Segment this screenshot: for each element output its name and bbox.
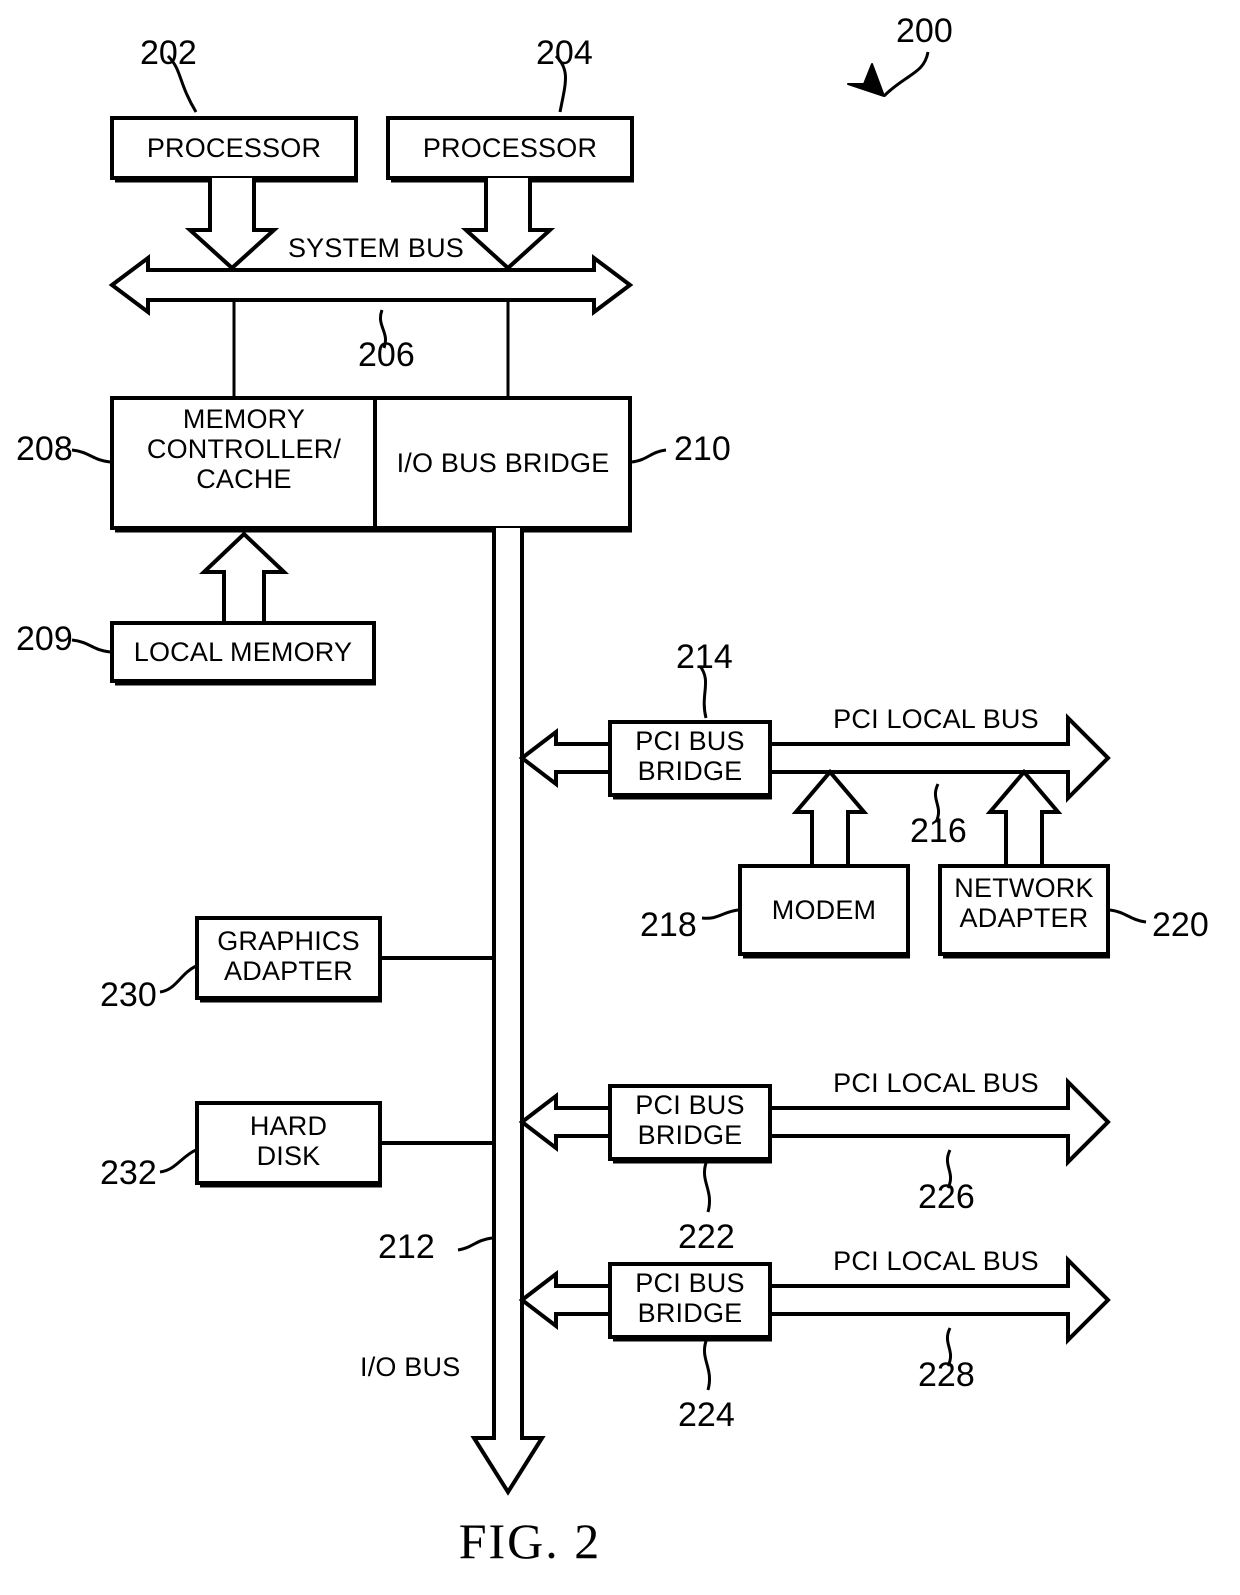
modem-to-bus-arrow [791, 768, 869, 866]
diagram-canvas [71, 51, 1147, 1496]
hard-disk-label: HARD DISK [249, 1111, 328, 1172]
reference-204: 204 [536, 34, 593, 72]
memory-controller-cache-label: MEMORY CONTROLLER/ CACHE [146, 404, 342, 495]
network-adapter-leader [1109, 908, 1147, 924]
reference-216: 216 [910, 812, 967, 850]
pci-local-bus-2-label: PCI LOCAL BUS [833, 1068, 1039, 1098]
local-memory-label: LOCAL MEMORY [133, 637, 353, 667]
reference-226: 226 [918, 1178, 975, 1216]
reference-208: 208 [16, 430, 73, 468]
processor-1-to-system-bus-arrow [184, 178, 280, 271]
io-bus-label: I/O BUS [360, 1352, 461, 1382]
top-reference-leader [847, 51, 930, 98]
patent-figure-page: 200 202 PROCESSOR 204 PROCESSOR SYSTEM B… [0, 0, 1240, 1595]
io-bus-leader [457, 1236, 493, 1252]
reference-222: 222 [678, 1218, 735, 1256]
io-bus-rails [470, 528, 546, 1496]
reference-214: 214 [676, 638, 733, 676]
pci-bus-bridge-3-leader [703, 1340, 711, 1391]
reference-220: 220 [1152, 906, 1209, 944]
reference-206: 206 [358, 336, 415, 374]
reference-209: 209 [16, 620, 73, 658]
pci-bus-bridge-1-label: PCI BUS BRIDGE [635, 726, 745, 787]
network-adapter-to-bus-arrow [985, 768, 1063, 866]
reference-210: 210 [674, 430, 731, 468]
pci-bus-bridge-2-label: PCI BUS BRIDGE [635, 1090, 745, 1151]
pci-bus-bridge-2-leader [703, 1162, 711, 1213]
pci-bus-bridge-3-label: PCI BUS BRIDGE [635, 1268, 745, 1329]
reference-232: 232 [100, 1154, 157, 1192]
pci-local-bus-3-label: PCI LOCAL BUS [833, 1246, 1039, 1276]
processor-2-label: PROCESSOR [422, 133, 598, 163]
reference-202: 202 [140, 34, 197, 72]
graphics-adapter-label: GRAPHICS ADAPTER [217, 926, 360, 987]
pci-bridge-1-left-arrow [518, 727, 614, 789]
figure-reference-200: 200 [896, 12, 953, 50]
io-bus-bridge-label: I/O BUS BRIDGE [396, 448, 610, 478]
reference-212: 212 [378, 1228, 435, 1266]
local-memory-to-controller-arrow [198, 531, 290, 625]
processor-1-label: PROCESSOR [146, 133, 322, 163]
reference-218: 218 [640, 906, 697, 944]
network-adapter-label: NETWORK ADAPTER [954, 873, 1094, 934]
system-bus-arrow [108, 254, 634, 316]
figure-caption: FIG. 2 [458, 1513, 602, 1569]
modem-label: MODEM [771, 895, 877, 925]
processor-2-to-system-bus-arrow [460, 178, 556, 271]
reference-224: 224 [678, 1396, 735, 1434]
reference-230: 230 [100, 976, 157, 1014]
io-bus-bridge-leader [631, 448, 667, 464]
pci-local-bus-1-label: PCI LOCAL BUS [833, 704, 1039, 734]
reference-228: 228 [918, 1356, 975, 1394]
system-bus-label: SYSTEM BUS [287, 233, 465, 263]
pci-bridge-3-left-arrow [518, 1269, 614, 1331]
pci-bridge-2-left-arrow [518, 1091, 614, 1153]
